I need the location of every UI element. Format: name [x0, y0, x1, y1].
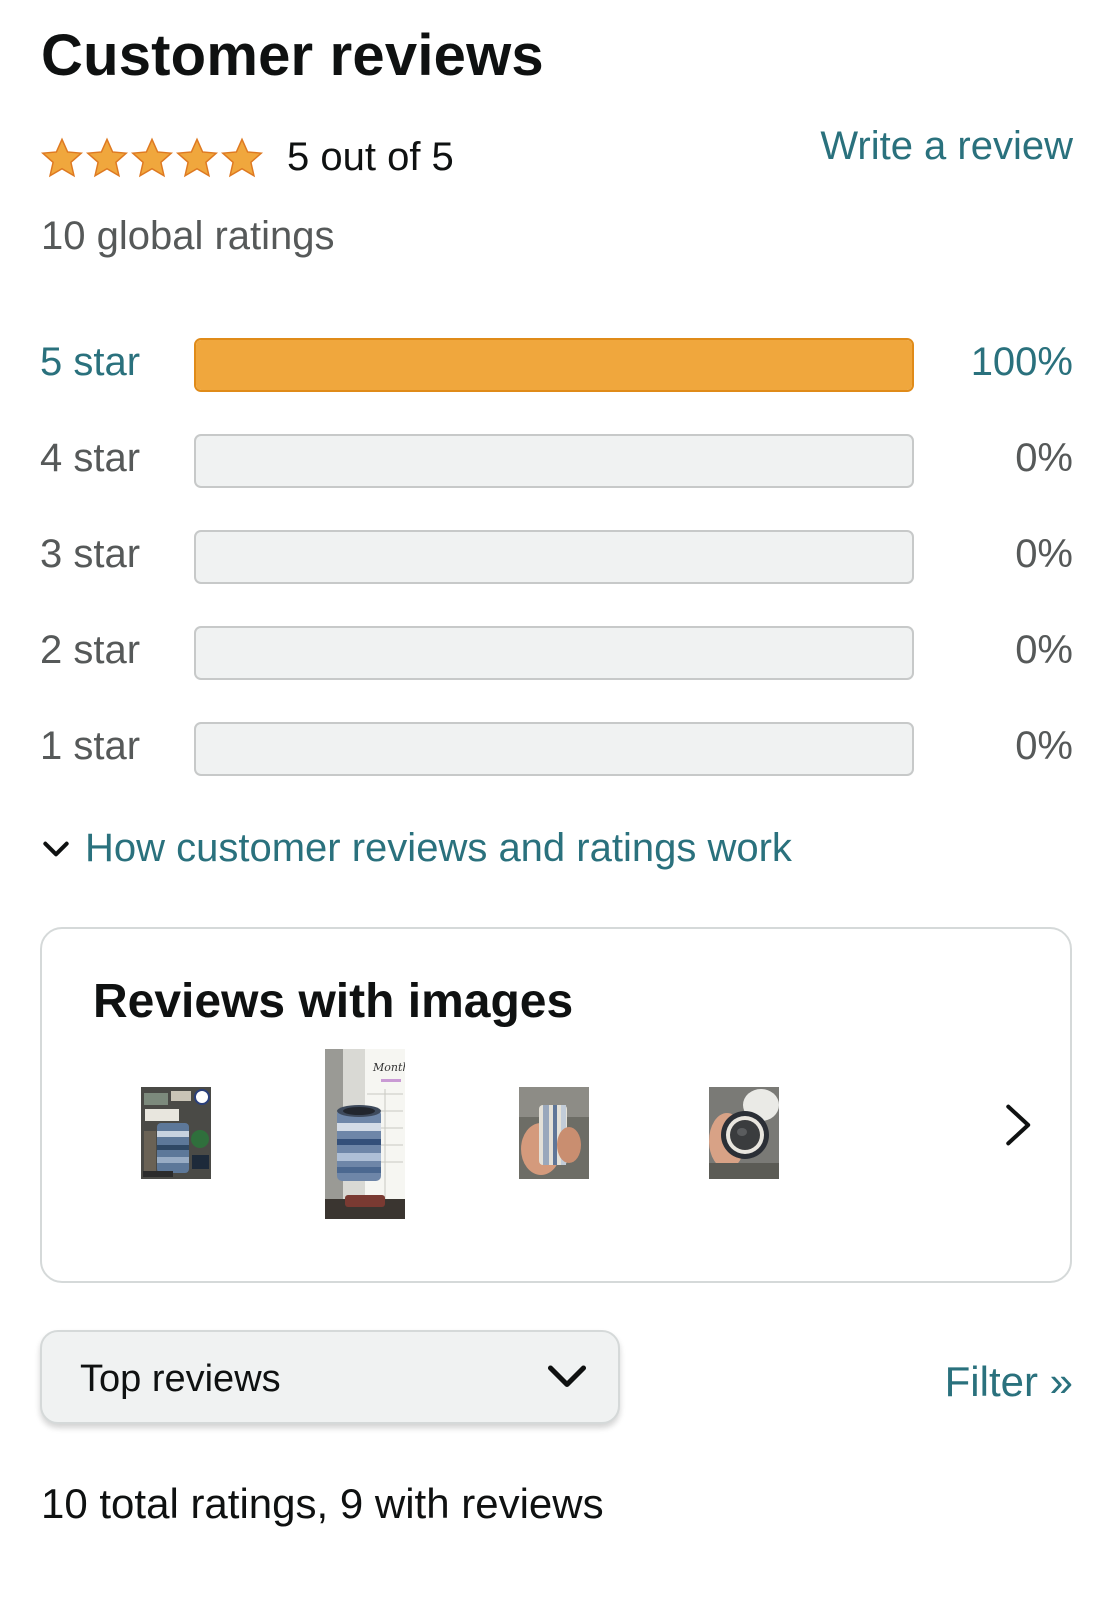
histogram-bar	[194, 722, 914, 776]
how-reviews-work-link[interactable]: How customer reviews and ratings work	[40, 826, 792, 871]
review-photo-1[interactable]	[141, 1087, 211, 1179]
histogram-label: 2 star	[40, 628, 141, 672]
star-icon	[175, 137, 219, 178]
histogram-percent: 0%	[1015, 436, 1073, 480]
review-photo-2[interactable]: Month	[325, 1049, 405, 1219]
svg-text:Month: Month	[372, 1061, 405, 1074]
histogram-bar-fill	[196, 340, 912, 390]
review-photo-4[interactable]	[709, 1087, 779, 1179]
chevron-down-icon	[547, 1365, 587, 1388]
star-icon	[220, 137, 264, 178]
histogram-label: 1 star	[40, 724, 141, 768]
chevron-right-icon[interactable]	[1000, 1102, 1038, 1148]
histogram-row-4-star: 4 star 0%	[0, 433, 1108, 489]
rating-stars	[40, 136, 264, 180]
average-rating-text: 5 out of 5	[287, 135, 454, 179]
star-icon	[40, 137, 84, 178]
histogram-bar[interactable]	[194, 338, 914, 392]
page-title: Customer reviews	[41, 23, 544, 88]
reviews-with-images-card: Reviews with images Month	[40, 927, 1072, 1283]
sort-dropdown[interactable]: Top reviews	[40, 1330, 620, 1424]
histogram-row-1-star: 1 star 0%	[0, 721, 1108, 777]
histogram-bar	[194, 434, 914, 488]
histogram-percent[interactable]: 100%	[971, 340, 1073, 385]
chevron-down-icon	[43, 841, 69, 856]
histogram-percent: 0%	[1015, 628, 1073, 672]
histogram-label[interactable]: 5 star	[40, 340, 140, 385]
histogram-percent: 0%	[1015, 532, 1073, 576]
histogram-bar	[194, 530, 914, 584]
write-review-link[interactable]: Write a review	[820, 124, 1073, 169]
reviews-with-images-title: Reviews with images	[93, 975, 574, 1028]
histogram-row-2-star: 2 star 0%	[0, 625, 1108, 681]
histogram-row-3-star: 3 star 0%	[0, 529, 1108, 585]
review-photo-3[interactable]	[519, 1087, 589, 1179]
histogram-label: 3 star	[40, 532, 141, 576]
filter-link[interactable]: Filter »	[945, 1358, 1073, 1406]
histogram-bar	[194, 626, 914, 680]
sort-selected-value: Top reviews	[80, 1358, 281, 1400]
histogram-percent: 0%	[1015, 724, 1073, 768]
how-reviews-work-label: How customer reviews and ratings work	[85, 826, 792, 870]
star-icon	[130, 137, 174, 178]
ratings-summary: 10 total ratings, 9 with reviews	[41, 1480, 604, 1527]
histogram-row-5-star[interactable]: 5 star 100%	[0, 337, 1108, 393]
global-ratings-count: 10 global ratings	[41, 214, 335, 258]
star-icon	[85, 137, 129, 178]
histogram-label: 4 star	[40, 436, 141, 480]
